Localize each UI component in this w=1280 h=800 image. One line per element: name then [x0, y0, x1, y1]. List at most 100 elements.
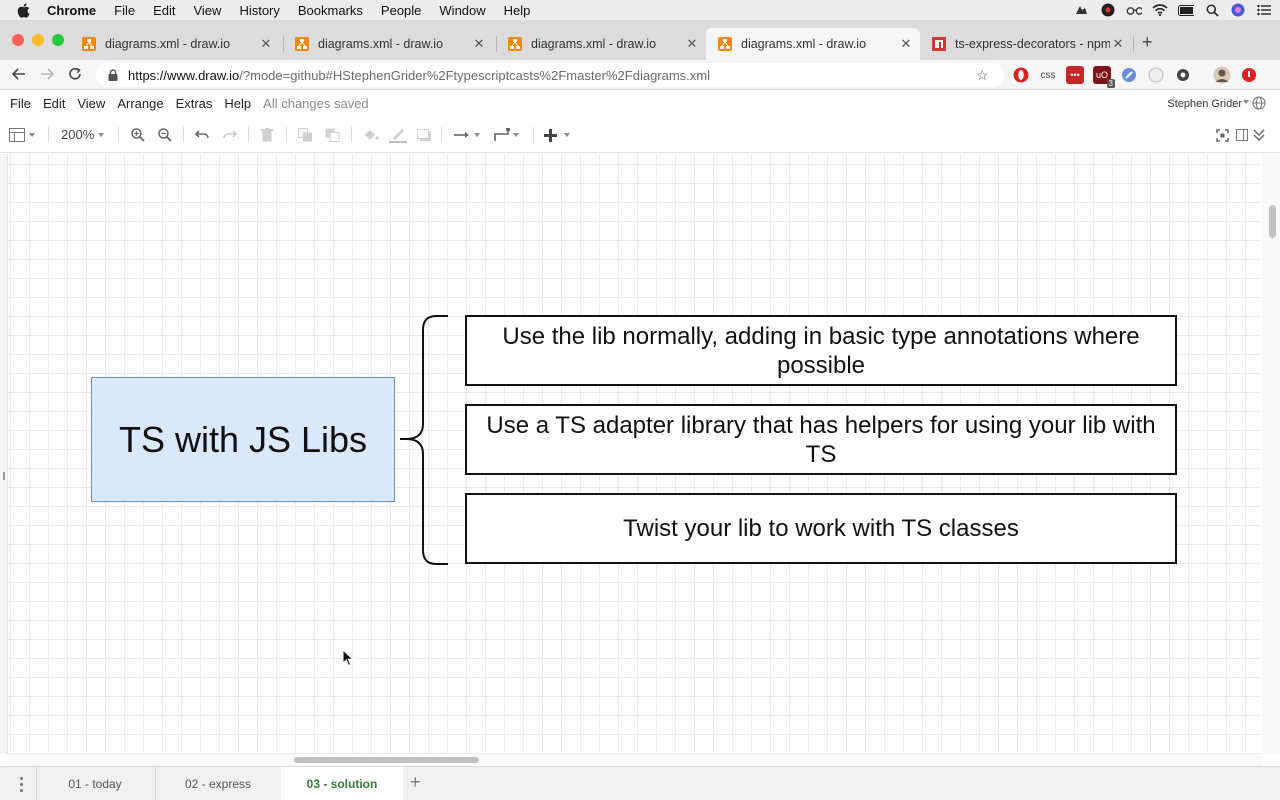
close-window-icon[interactable] [12, 34, 24, 46]
connection-style-icon[interactable] [454, 126, 470, 144]
chevron-down-icon[interactable] [98, 126, 104, 144]
menu-extras[interactable]: Extras [176, 96, 213, 111]
to-front-icon[interactable] [298, 126, 313, 144]
insert-plus-icon[interactable] [544, 126, 557, 144]
user-menu-caret-icon[interactable] [1243, 100, 1249, 104]
profile-avatar[interactable] [1213, 66, 1231, 84]
diagram-option-node[interactable]: Use the lib normally, adding in basic ty… [465, 315, 1177, 386]
collapse-toolbar-icon[interactable] [1253, 126, 1265, 144]
notification-center-icon[interactable] [1256, 3, 1272, 17]
pages-menu-icon[interactable] [20, 777, 23, 792]
address-bar[interactable]: https://www.draw.io/?mode=github#HStephe… [96, 63, 1004, 87]
user-name[interactable]: Stephen Grider [1167, 98, 1242, 110]
waypoints-icon[interactable] [494, 126, 510, 144]
sidebar-collapsed-handle[interactable] [0, 154, 8, 754]
chevron-down-icon[interactable] [29, 126, 35, 144]
browser-tab-3[interactable]: diagrams.xml - draw.io ✕ [496, 28, 706, 60]
diagram-option-node[interactable]: Use a TS adapter library that has helper… [465, 404, 1177, 475]
ublock-extension-icon[interactable]: uO 3 [1093, 66, 1115, 88]
drag-handle-icon[interactable] [3, 472, 5, 480]
menubar-item-history[interactable]: History [239, 3, 279, 18]
tab-close-icon[interactable]: ✕ [1110, 36, 1126, 52]
page-tab-03-solution[interactable]: 03 - solution [281, 767, 403, 800]
browser-tab-2[interactable]: diagrams.xml - draw.io ✕ [283, 28, 493, 60]
menubar-item-help[interactable]: Help [504, 3, 531, 18]
cloud-sync-icon[interactable] [1074, 3, 1090, 17]
glasses-icon[interactable] [1126, 3, 1142, 17]
menubar-item-people[interactable]: People [381, 3, 421, 18]
diagram-main-node[interactable]: TS with JS Libs [91, 377, 395, 502]
chevron-down-icon[interactable] [564, 126, 570, 144]
line-color-icon[interactable] [389, 126, 407, 144]
menubar-item-view[interactable]: View [193, 3, 221, 18]
css-extension-icon[interactable]: css [1039, 66, 1057, 84]
menu-file[interactable]: File [10, 96, 31, 111]
minimize-window-icon[interactable] [32, 34, 44, 46]
menu-arrange[interactable]: Arrange [117, 96, 163, 111]
horizontal-scroll-thumb[interactable] [294, 757, 479, 763]
horizontal-scrollbar[interactable] [8, 754, 1262, 766]
menu-edit[interactable]: Edit [43, 96, 65, 111]
apple-icon[interactable] [17, 2, 33, 18]
toolbar-divider [48, 127, 49, 143]
bookmark-star-icon[interactable]: ☆ [976, 67, 992, 84]
vertical-scrollbar[interactable] [1262, 154, 1280, 754]
add-page-icon[interactable]: + [410, 772, 421, 793]
menubar-item-edit[interactable]: Edit [153, 3, 175, 18]
tab-close-icon[interactable]: ✕ [898, 36, 914, 52]
back-arrow-icon[interactable] [10, 65, 28, 83]
settings-gear-icon[interactable] [1174, 66, 1192, 84]
globe-icon[interactable] [1252, 96, 1266, 113]
browser-tab-4-active[interactable]: diagrams.xml - draw.io ✕ [706, 28, 920, 60]
format-panel-toggle-icon[interactable] [9, 126, 25, 144]
wifi-icon[interactable] [1152, 3, 1168, 17]
zoom-in-icon[interactable] [131, 126, 145, 144]
page-tab-02-express[interactable]: 02 - express [156, 767, 280, 800]
opera-red-icon[interactable] [1240, 66, 1258, 84]
fullscreen-icon[interactable] [1216, 126, 1229, 144]
browser-tab-5[interactable]: ts-express-decorators - npm ✕ [920, 28, 1132, 60]
chevron-down-icon[interactable] [474, 126, 480, 144]
spotlight-search-icon[interactable] [1204, 3, 1220, 17]
menubar-item-bookmarks[interactable]: Bookmarks [298, 3, 363, 18]
undo-icon[interactable] [195, 126, 209, 144]
battery-icon[interactable] [1178, 3, 1194, 17]
maximize-window-icon[interactable] [52, 34, 64, 46]
diagram-option-node[interactable]: Twist your lib to work with TS classes [465, 493, 1177, 564]
red-dots-extension-icon[interactable]: ••• [1066, 66, 1084, 84]
to-back-icon[interactable] [325, 126, 340, 144]
browser-tab-1[interactable]: diagrams.xml - draw.io ✕ [70, 28, 280, 60]
drawio-menubar: File Edit View Arrange Extras Help All c… [0, 91, 1280, 116]
zoom-level[interactable]: 200% [61, 127, 94, 142]
chevron-down-icon[interactable] [513, 126, 519, 144]
reload-icon[interactable] [66, 65, 84, 83]
curly-brace-connector[interactable] [396, 312, 456, 570]
white-extension-icon[interactable] [1147, 66, 1165, 84]
page-tab-01-today[interactable]: 01 - today [36, 767, 154, 800]
opera-extension-icon[interactable] [1012, 66, 1030, 84]
format-panel-icon[interactable] [1236, 126, 1248, 144]
menu-view[interactable]: View [77, 96, 105, 111]
blue-extension-icon[interactable] [1120, 66, 1138, 84]
tab-divider [1133, 36, 1134, 52]
menu-help[interactable]: Help [224, 96, 251, 111]
delete-icon[interactable] [261, 126, 273, 144]
menubar-app-name[interactable]: Chrome [47, 3, 96, 18]
tab-close-icon[interactable]: ✕ [258, 36, 274, 52]
siri-icon[interactable] [1230, 3, 1246, 17]
menubar-item-file[interactable]: File [114, 3, 135, 18]
toolbar-divider [351, 127, 352, 143]
tab-close-icon[interactable]: ✕ [471, 36, 487, 52]
drawio-favicon-icon [508, 37, 522, 51]
forward-arrow-icon[interactable] [38, 65, 56, 83]
tab-close-icon[interactable]: ✕ [684, 36, 700, 52]
shadow-icon[interactable] [417, 126, 432, 144]
vertical-scroll-thumb[interactable] [1269, 205, 1276, 238]
app-status-icon[interactable] [1100, 3, 1116, 17]
new-tab-icon[interactable]: + [1142, 32, 1153, 53]
redo-icon[interactable] [223, 126, 237, 144]
zoom-out-icon[interactable] [158, 126, 172, 144]
fill-color-icon[interactable] [363, 126, 379, 144]
toolbar-divider [183, 127, 184, 143]
menubar-item-window[interactable]: Window [439, 3, 485, 18]
